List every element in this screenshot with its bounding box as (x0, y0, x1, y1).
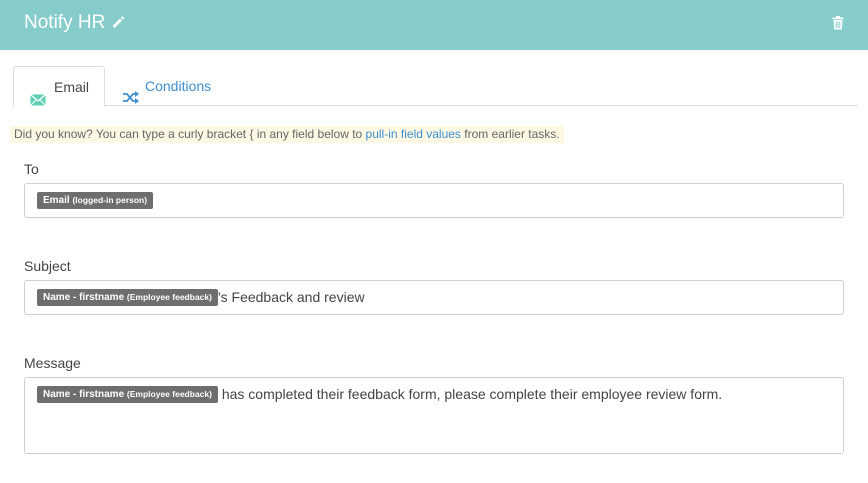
tab-email-label: Email (54, 79, 90, 95)
pencil-icon[interactable] (111, 15, 125, 29)
subject-field[interactable]: Name - firstname (Employee feedback)'s F… (24, 280, 844, 315)
to-field-content: Email (logged-in person) (37, 192, 154, 209)
hint-prefix: Did you know? You can type a curly brack… (14, 127, 366, 141)
pull-in-field-values-link[interactable]: pull-in field values (366, 127, 461, 141)
subject-label: Subject (24, 258, 71, 274)
token-source: (Employee feedback) (126, 389, 212, 399)
token-main: Email (43, 195, 70, 206)
field-token[interactable]: Email (logged-in person) (37, 192, 154, 209)
message-field[interactable]: Name - firstname (Employee feedback) has… (24, 377, 844, 454)
message-label: Message (24, 355, 81, 371)
trash-icon[interactable] (832, 16, 844, 30)
token-main: Name - firstname (43, 389, 125, 400)
envelope-icon (30, 81, 46, 106)
shuffle-icon (123, 79, 139, 104)
to-label: To (24, 161, 39, 177)
token-source: (logged-in person) (72, 195, 148, 205)
tab-bar: Email Conditions (13, 66, 858, 107)
task-title[interactable]: Notify HR (24, 12, 105, 34)
token-source: (Employee feedback) (126, 292, 212, 302)
tab-conditions[interactable]: Conditions (121, 66, 231, 106)
field-token[interactable]: Name - firstname (Employee feedback) (37, 386, 218, 403)
subject-field-content: Name - firstname (Employee feedback)'s F… (37, 289, 365, 306)
hint-suffix: from earlier tasks. (460, 127, 560, 141)
message-text: has completed their feedback form, pleas… (217, 386, 723, 402)
field-values-hint: Did you know? You can type a curly brack… (10, 126, 564, 143)
field-token[interactable]: Name - firstname (Employee feedback) (37, 289, 218, 306)
subject-text: 's Feedback and review (217, 289, 365, 305)
token-main: Name - firstname (43, 292, 125, 303)
message-field-content: Name - firstname (Employee feedback) has… (37, 386, 722, 403)
tab-email[interactable]: Email (13, 66, 105, 107)
task-header: Notify HR (0, 0, 868, 50)
to-field[interactable]: Email (logged-in person) (24, 183, 844, 218)
tab-conditions-label: Conditions (145, 78, 212, 94)
